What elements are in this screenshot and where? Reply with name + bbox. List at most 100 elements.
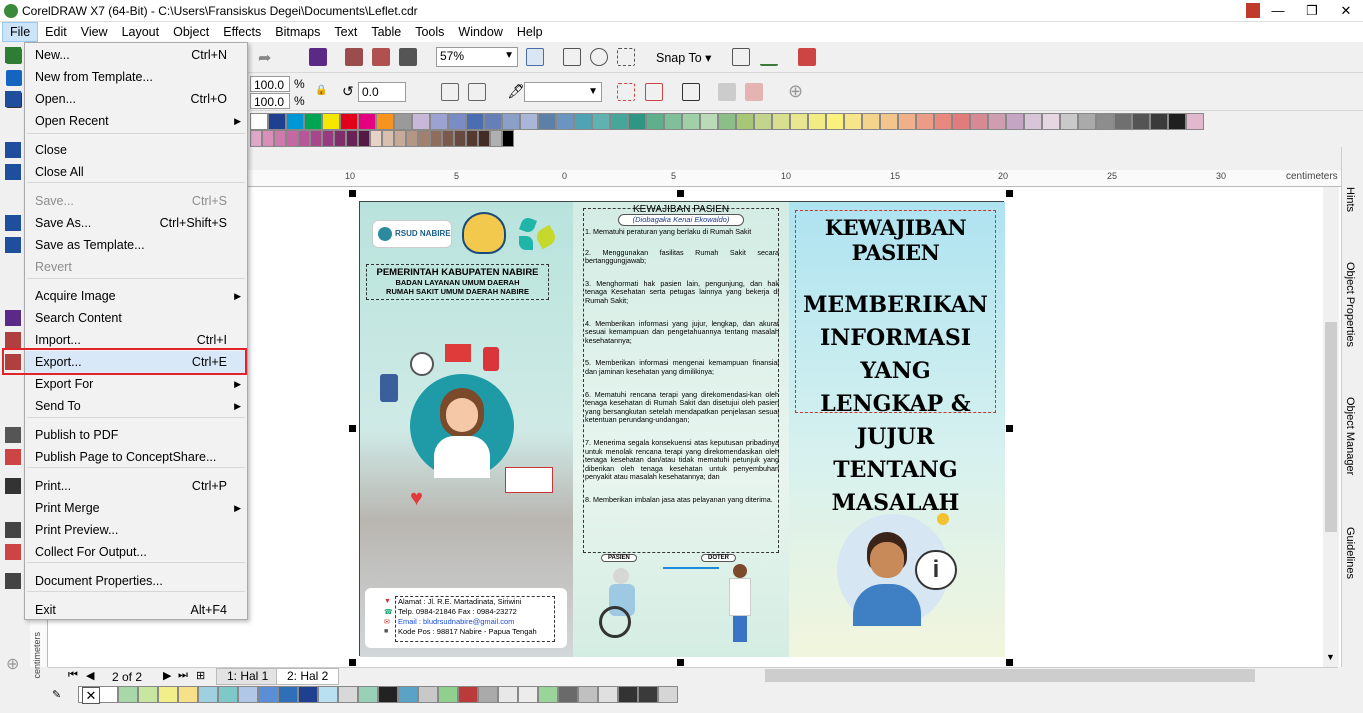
document-color-swatch[interactable] [478, 686, 498, 703]
color-swatch[interactable] [250, 113, 268, 130]
menu-item-open[interactable]: Open... Ctrl+O [5, 88, 247, 110]
menu-edit[interactable]: Edit [38, 22, 74, 42]
document-color-swatch[interactable] [118, 686, 138, 703]
color-swatch[interactable] [346, 130, 358, 147]
last-page-button[interactable]: ⏭ [178, 669, 188, 682]
menu-item-publish-to-pdf[interactable]: Publish to PDF [5, 424, 247, 446]
color-swatch[interactable] [934, 113, 952, 130]
launch-icon[interactable] [798, 48, 816, 66]
color-swatch[interactable] [502, 130, 514, 147]
color-swatch[interactable] [340, 113, 358, 130]
menu-item-publish-page-to-conceptshare[interactable]: Publish Page to ConceptShare... [5, 446, 247, 468]
first-page-button[interactable]: ⏮ [68, 669, 78, 682]
document-color-swatch[interactable] [598, 686, 618, 703]
document-color-swatch[interactable] [318, 686, 338, 703]
color-swatch[interactable] [826, 113, 844, 130]
document-color-swatch[interactable] [438, 686, 458, 703]
menu-effects[interactable]: Effects [216, 22, 268, 42]
color-swatch[interactable] [916, 113, 934, 130]
color-swatch[interactable] [538, 113, 556, 130]
grid-icon[interactable] [617, 48, 635, 66]
color-swatch[interactable] [1006, 113, 1024, 130]
lock-ratio-icon[interactable]: 🔒 [315, 85, 327, 96]
scale-width-input[interactable]: 100.0 [250, 76, 290, 92]
color-swatch[interactable] [1150, 113, 1168, 130]
color-swatch[interactable] [442, 130, 454, 147]
selection-handle[interactable] [349, 659, 356, 666]
color-swatch[interactable] [304, 113, 322, 130]
color-swatch[interactable] [736, 113, 754, 130]
vertical-scrollbar[interactable]: ▼ [1323, 187, 1339, 667]
color-swatch[interactable] [952, 113, 970, 130]
selection-handle[interactable] [677, 190, 684, 197]
menu-item-export-for[interactable]: Export For ▶ [25, 373, 247, 395]
zoom-fit-icon[interactable] [526, 48, 544, 66]
color-swatch[interactable] [628, 113, 646, 130]
document-color-swatch[interactable] [158, 686, 178, 703]
color-swatch[interactable] [310, 130, 322, 147]
menu-item-search-content[interactable]: Search Content [5, 307, 247, 329]
scale-height-input[interactable]: 100.0 [250, 93, 290, 109]
document-color-swatch[interactable] [358, 686, 378, 703]
menu-file[interactable]: File [2, 22, 39, 42]
color-swatch[interactable] [454, 130, 466, 147]
document-color-swatch[interactable] [138, 686, 158, 703]
color-swatch[interactable] [790, 113, 808, 130]
color-swatch[interactable] [1096, 113, 1114, 130]
color-swatch[interactable] [880, 113, 898, 130]
rotation-input[interactable]: 0.0 [358, 82, 406, 102]
wrap-text-icon[interactable] [617, 83, 635, 101]
color-swatch[interactable] [268, 113, 286, 130]
color-swatch[interactable] [1186, 113, 1204, 130]
publish-pdf-icon[interactable] [399, 48, 417, 66]
corel-connect-icon[interactable] [309, 48, 327, 66]
menu-item-open-recent[interactable]: Open Recent ▶ [25, 110, 247, 132]
color-swatch[interactable] [298, 130, 310, 147]
page-tab-1[interactable]: 1: Hal 1 [216, 668, 280, 685]
color-swatch[interactable] [274, 130, 286, 147]
menu-tools[interactable]: Tools [408, 22, 451, 42]
menu-item-document-properties[interactable]: Document Properties... [5, 570, 247, 592]
color-swatch[interactable] [988, 113, 1006, 130]
color-swatch[interactable] [844, 113, 862, 130]
docker-tab-guidelines[interactable]: Guidelines [1344, 527, 1356, 579]
color-swatch[interactable] [970, 113, 988, 130]
color-swatch[interactable] [574, 113, 592, 130]
color-swatch[interactable] [478, 130, 490, 147]
color-swatch[interactable] [286, 113, 304, 130]
document-color-swatch[interactable] [98, 686, 118, 703]
leaflet-panel-obligations[interactable]: KEWAJIBAN PASIEN (Diobagaka Kenai Ekowal… [573, 202, 789, 657]
color-swatch[interactable] [358, 130, 370, 147]
freehand-tool-icon[interactable] [6, 70, 22, 86]
menu-item-new-from-template[interactable]: New from Template... [25, 66, 247, 88]
menu-object[interactable]: Object [166, 22, 216, 42]
selection-handle[interactable] [1006, 190, 1013, 197]
scroll-down-icon[interactable]: ▼ [1326, 652, 1335, 662]
color-swatch[interactable] [898, 113, 916, 130]
menu-item-print-merge[interactable]: Print Merge ▶ [25, 497, 247, 519]
zoom-level-select[interactable]: 57% ▼ [436, 47, 518, 67]
document-color-swatch[interactable] [538, 686, 558, 703]
outline-pen-icon[interactable]: 🖋 [507, 83, 525, 100]
maximize-button[interactable]: ❐ [1295, 0, 1329, 22]
scroll-thumb[interactable] [1325, 322, 1337, 532]
color-swatch[interactable] [754, 113, 772, 130]
leaflet-panel-cover[interactable]: RSUD NABIRE PEMERINTAH KABUPATEN NABIRE … [360, 202, 573, 657]
color-swatch[interactable] [370, 130, 382, 147]
color-swatch[interactable] [1078, 113, 1096, 130]
snap-to-dropdown[interactable]: Snap To ▾ [656, 50, 711, 65]
menu-layout[interactable]: Layout [115, 22, 167, 42]
outline-width-select[interactable]: ▼ [524, 82, 602, 102]
selection-handle[interactable] [677, 659, 684, 666]
page-tab-2[interactable]: 2: Hal 2 [276, 668, 340, 685]
color-swatch[interactable] [406, 130, 418, 147]
document-color-swatch[interactable] [178, 686, 198, 703]
color-swatch[interactable] [1042, 113, 1060, 130]
color-swatch[interactable] [448, 113, 466, 130]
document-color-swatch[interactable] [278, 686, 298, 703]
document-page[interactable]: RSUD NABIRE PEMERINTAH KABUPATEN NABIRE … [359, 201, 1005, 657]
color-swatch[interactable] [556, 113, 574, 130]
menu-text[interactable]: Text [327, 22, 364, 42]
selection-handle[interactable] [1006, 659, 1013, 666]
prev-page-button[interactable]: ◀ [86, 669, 94, 682]
